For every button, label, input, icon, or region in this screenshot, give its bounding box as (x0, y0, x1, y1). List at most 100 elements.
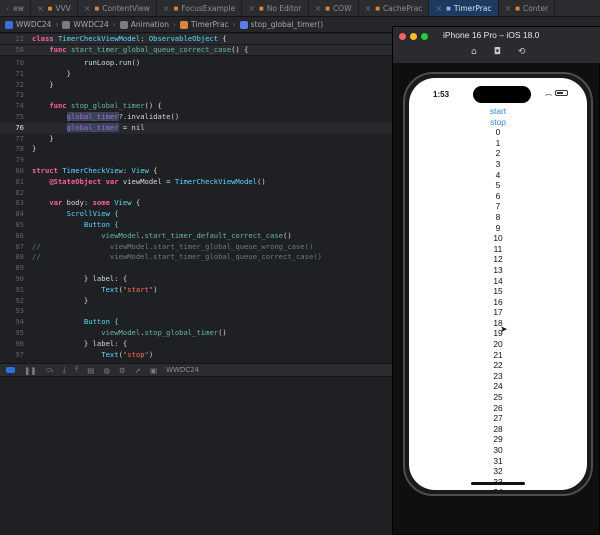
step-over-icon[interactable]: ⤼ (46, 365, 54, 375)
mouse-cursor: ➤ (500, 325, 508, 335)
pause-icon[interactable]: ❚❚ (24, 366, 37, 375)
close-icon[interactable]: × (505, 4, 512, 13)
memory-graph-icon[interactable]: ◍ (103, 366, 110, 375)
counter-row: 4 (495, 169, 501, 180)
tab-cow[interactable]: ×COW (309, 0, 359, 16)
screenshot-icon[interactable]: ◘ (494, 47, 501, 57)
tab-conter[interactable]: ×Conter (499, 0, 556, 16)
breadcrumb-group[interactable]: WWDC24 (73, 20, 108, 29)
counter-row: 12 (493, 254, 503, 265)
iphone-frame: 1:53 ︵ start stop 0 1 2 3 4 5 6 7 8 9 10 11 12 13 14 15… (403, 72, 593, 496)
counter-row: 14 (493, 275, 503, 286)
counter-row: 34 (409, 487, 587, 490)
counter-row: 19 (493, 328, 503, 339)
close-icon[interactable]: × (435, 4, 442, 13)
home-indicator[interactable] (471, 482, 525, 485)
chevron-right-icon: › (232, 20, 236, 29)
step-into-icon[interactable]: ⤓ (63, 365, 66, 375)
scheme-name: WWDC24 (166, 366, 200, 374)
counter-row: 32 (493, 466, 503, 477)
counter-row: 2 (495, 148, 501, 159)
simulator-titlebar: iPhone 16 Pro – iOS 18.0 ⌂ ◘ ⟲ (393, 27, 600, 63)
view-hierarchy-icon[interactable]: ▤ (87, 366, 94, 375)
counter-row: 29 (493, 434, 503, 445)
swift-file-icon (180, 20, 189, 29)
counter-row: 13 (493, 264, 503, 275)
battery-icon (555, 90, 568, 96)
breadcrumb-folder[interactable]: Animation (131, 20, 169, 29)
number-list: 0 1 2 3 4 5 6 7 8 9 10 11 12 13 14 15 16 17 18 19 20 21 22 23 24… (409, 127, 587, 490)
folder-icon (62, 20, 71, 29)
counter-row: 24 (493, 381, 503, 392)
counter-row: 6 (495, 190, 501, 201)
counter-row: 11 (493, 243, 503, 254)
counter-row: 28 (493, 423, 503, 434)
minimize-window-button[interactable] (410, 33, 417, 40)
folder-icon (119, 20, 128, 29)
counter-row: 1 (495, 137, 501, 148)
step-out-icon[interactable]: ⤒ (75, 365, 78, 375)
counter-row: 8 (495, 211, 501, 222)
app-screen[interactable]: 1:53 ︵ start stop 0 1 2 3 4 5 6 7 8 9 10 11 12 13 14 15… (409, 78, 587, 490)
close-window-button[interactable] (399, 33, 406, 40)
tab-focusexample[interactable]: ×FocusExample (157, 0, 243, 16)
chevron-right-icon: › (55, 20, 59, 29)
counter-row: 25 (493, 392, 503, 403)
rotate-icon[interactable]: ⟲ (518, 47, 526, 57)
wifi-icon: ︵ (545, 89, 552, 97)
counter-row: 18 (493, 317, 503, 328)
status-time: 1:53 (433, 90, 450, 99)
location-icon[interactable]: ➚ (135, 366, 141, 375)
tab-ew[interactable]: ‹ ew (0, 0, 31, 16)
tab-vvv[interactable]: ×VVV (31, 0, 78, 16)
close-icon[interactable]: × (365, 4, 372, 13)
tab-no-editor[interactable]: ×No Editor (242, 0, 309, 16)
counter-row: 27 (493, 413, 503, 424)
counter-row: 7 (495, 201, 501, 212)
counter-row: 20 (493, 339, 503, 350)
stop-button[interactable]: stop (409, 117, 587, 128)
counter-row: 26 (493, 402, 503, 413)
tab-cacheprac[interactable]: ×CachePrac (359, 0, 430, 16)
project-icon (5, 20, 13, 29)
breakpoints-toggle[interactable] (6, 367, 15, 373)
close-icon[interactable]: × (315, 4, 322, 13)
close-icon[interactable]: × (163, 4, 170, 13)
counter-row: 21 (493, 349, 503, 360)
counter-row: 23 (493, 370, 503, 381)
close-icon[interactable]: × (37, 4, 44, 13)
method-icon (239, 20, 248, 29)
counter-row: 15 (493, 286, 503, 297)
tab-timerprac[interactable]: ×TimerPrac (429, 0, 499, 16)
simulator-title: iPhone 16 Pro – iOS 18.0 (443, 30, 540, 40)
scheme-icon: ▣ (149, 365, 158, 375)
counter-row: 9 (495, 222, 501, 233)
tab-contentview[interactable]: ×ContentView (78, 0, 157, 16)
breadcrumb-file[interactable]: TimerPrac (191, 20, 229, 29)
home-icon[interactable]: ⌂ (471, 47, 477, 57)
counter-row: 3 (495, 158, 501, 169)
breadcrumb-project[interactable]: WWDC24 (16, 20, 51, 29)
environment-icon[interactable]: ⚙ (119, 366, 126, 375)
dynamic-island (473, 86, 531, 103)
counter-row: 0 (495, 127, 501, 138)
counter-row: 17 (493, 307, 503, 318)
close-icon[interactable]: ‹ (6, 4, 9, 13)
simulator-window: iPhone 16 Pro – iOS 18.0 ⌂ ◘ ⟲ 1:53 ︵ st… (392, 26, 600, 535)
counter-row: 31 (493, 455, 503, 466)
counter-row: 10 (493, 233, 503, 244)
close-icon[interactable]: × (84, 4, 91, 13)
chevron-right-icon: › (112, 20, 116, 29)
scroll-view[interactable]: start stop 0 1 2 3 4 5 6 7 8 9 10 11 12 13 14 15 16 17 18 1… (409, 106, 587, 490)
counter-row: 5 (495, 180, 501, 191)
zoom-window-button[interactable] (421, 33, 428, 40)
counter-row: 30 (493, 445, 503, 455)
counter-row: 16 (493, 296, 503, 307)
close-icon[interactable]: × (248, 4, 255, 13)
editor-tab-bar: ‹ew ×VVV ×ContentView ×FocusExample ×No … (0, 0, 600, 17)
chevron-right-icon: › (173, 20, 177, 29)
status-icons: ︵ (545, 88, 568, 98)
breadcrumb-method[interactable]: stop_global_timer() (251, 20, 323, 29)
counter-row: 22 (493, 360, 503, 371)
start-button[interactable]: start (409, 106, 587, 117)
